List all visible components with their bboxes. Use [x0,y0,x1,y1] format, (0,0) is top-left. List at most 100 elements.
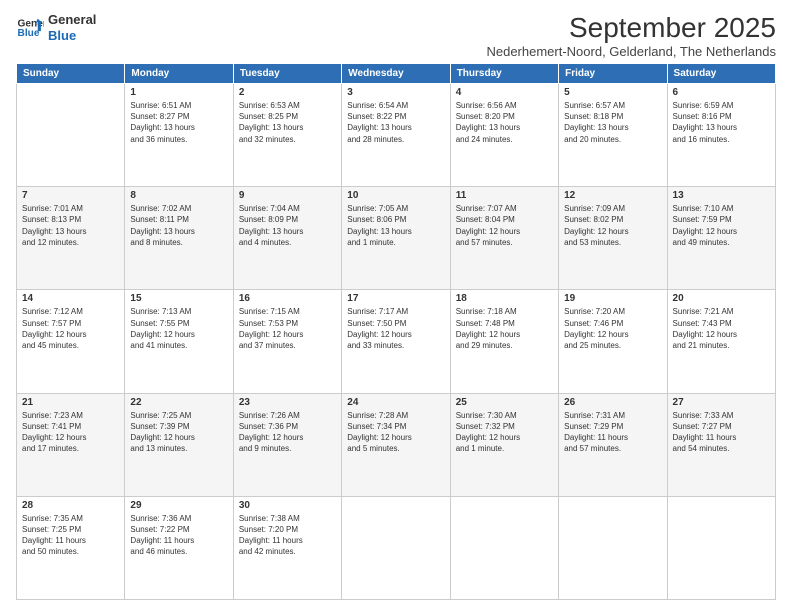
header: General Blue General Blue September 2025… [16,12,776,59]
calendar-cell: 11 Sunrise: 7:07 AM Sunset: 8:04 PM Dayli… [450,187,558,290]
day-info: Sunrise: 7:20 AM Sunset: 7:46 PM Dayligh… [564,306,661,351]
day-number: 24 [347,397,444,408]
weekday-header-tuesday: Tuesday [233,64,341,84]
calendar-cell [667,496,775,599]
day-number: 28 [22,500,119,511]
day-number: 25 [456,397,553,408]
logo: General Blue General Blue [16,12,96,43]
day-number: 7 [22,190,119,201]
logo-icon: General Blue [16,14,44,42]
day-info: Sunrise: 7:26 AM Sunset: 7:36 PM Dayligh… [239,410,336,455]
day-number: 29 [130,500,227,511]
day-number: 14 [22,293,119,304]
calendar-cell: 10Sunrise: 7:05 AM Sunset: 8:06 PM Dayli… [342,187,450,290]
day-number: 18 [456,293,553,304]
weekday-header-sunday: Sunday [17,64,125,84]
calendar-cell: 8Sunrise: 7:02 AM Sunset: 8:11 PM Daylig… [125,187,233,290]
day-number: 26 [564,397,661,408]
calendar-cell: 27 Sunrise: 7:33 AM Sunset: 7:27 PM Dayli… [667,393,775,496]
calendar-cell: 26 Sunrise: 7:31 AM Sunset: 7:29 PM Dayli… [559,393,667,496]
day-number: 11 [456,190,553,201]
day-number: 20 [673,293,770,304]
weekday-header-row: SundayMondayTuesdayWednesdayThursdayFrid… [17,64,776,84]
day-info: Sunrise: 6:53 AM Sunset: 8:25 PM Dayligh… [239,100,336,145]
calendar-cell: 21Sunrise: 7:23 AM Sunset: 7:41 PM Dayli… [17,393,125,496]
day-number: 10 [347,190,444,201]
calendar-cell: 22Sunrise: 7:25 AM Sunset: 7:39 PM Dayli… [125,393,233,496]
calendar-week-5: 28 Sunrise: 7:35 AM Sunset: 7:25 PM Dayli… [17,496,776,599]
day-info: Sunrise: 6:54 AM Sunset: 8:22 PM Dayligh… [347,100,444,145]
calendar-cell: 29 Sunrise: 7:36 AM Sunset: 7:22 PM Dayli… [125,496,233,599]
day-info: Sunrise: 7:25 AM Sunset: 7:39 PM Dayligh… [130,410,227,455]
day-number: 1 [130,87,227,98]
weekday-header-thursday: Thursday [450,64,558,84]
day-info: Sunrise: 6:57 AM Sunset: 8:18 PM Dayligh… [564,100,661,145]
day-info: Sunrise: 7:01 AM Sunset: 8:13 PM Dayligh… [22,203,119,248]
day-info: Sunrise: 7:07 AM Sunset: 8:04 PM Dayligh… [456,203,553,248]
day-info: Sunrise: 7:18 AM Sunset: 7:48 PM Dayligh… [456,306,553,351]
day-number: 19 [564,293,661,304]
logo-text: General Blue [48,12,96,43]
day-info: Sunrise: 6:59 AM Sunset: 8:16 PM Dayligh… [673,100,770,145]
day-info: Sunrise: 7:10 AM Sunset: 7:59 PM Dayligh… [673,203,770,248]
calendar-cell: 25Sunrise: 7:30 AM Sunset: 7:32 PM Dayli… [450,393,558,496]
calendar-cell: 1 Sunrise: 6:51 AM Sunset: 8:27 PM Daylig… [125,84,233,187]
day-number: 17 [347,293,444,304]
calendar-cell [17,84,125,187]
calendar-week-2: 7 Sunrise: 7:01 AM Sunset: 8:13 PM Daylig… [17,187,776,290]
day-info: Sunrise: 6:51 AM Sunset: 8:27 PM Dayligh… [130,100,227,145]
day-number: 9 [239,190,336,201]
calendar-cell: 30 Sunrise: 7:38 AM Sunset: 7:20 PM Dayli… [233,496,341,599]
day-info: Sunrise: 7:17 AM Sunset: 7:50 PM Dayligh… [347,306,444,351]
calendar-week-4: 21Sunrise: 7:23 AM Sunset: 7:41 PM Dayli… [17,393,776,496]
day-number: 4 [456,87,553,98]
calendar-cell: 4 Sunrise: 6:56 AM Sunset: 8:20 PM Daylig… [450,84,558,187]
calendar-cell: 13 Sunrise: 7:10 AM Sunset: 7:59 PM Dayli… [667,187,775,290]
day-number: 13 [673,190,770,201]
day-info: Sunrise: 7:36 AM Sunset: 7:22 PM Dayligh… [130,513,227,558]
calendar-cell: 18 Sunrise: 7:18 AM Sunset: 7:48 PM Dayli… [450,290,558,393]
subtitle: Nederhemert-Noord, Gelderland, The Nethe… [486,44,776,59]
weekday-header-wednesday: Wednesday [342,64,450,84]
page: General Blue General Blue September 2025… [0,0,792,612]
day-info: Sunrise: 7:12 AM Sunset: 7:57 PM Dayligh… [22,306,119,351]
day-info: Sunrise: 7:33 AM Sunset: 7:27 PM Dayligh… [673,410,770,455]
calendar-week-3: 14 Sunrise: 7:12 AM Sunset: 7:57 PM Dayli… [17,290,776,393]
calendar-cell: 6 Sunrise: 6:59 AM Sunset: 8:16 PM Daylig… [667,84,775,187]
day-number: 27 [673,397,770,408]
day-number: 2 [239,87,336,98]
day-info: Sunrise: 6:56 AM Sunset: 8:20 PM Dayligh… [456,100,553,145]
day-info: Sunrise: 7:38 AM Sunset: 7:20 PM Dayligh… [239,513,336,558]
calendar-cell: 24 Sunrise: 7:28 AM Sunset: 7:34 PM Dayli… [342,393,450,496]
weekday-header-friday: Friday [559,64,667,84]
day-number: 5 [564,87,661,98]
day-info: Sunrise: 7:09 AM Sunset: 8:02 PM Dayligh… [564,203,661,248]
day-number: 3 [347,87,444,98]
calendar-cell: 12Sunrise: 7:09 AM Sunset: 8:02 PM Dayli… [559,187,667,290]
calendar-cell [559,496,667,599]
calendar-cell: 15Sunrise: 7:13 AM Sunset: 7:55 PM Dayli… [125,290,233,393]
day-number: 21 [22,397,119,408]
day-info: Sunrise: 7:21 AM Sunset: 7:43 PM Dayligh… [673,306,770,351]
calendar-week-1: 1 Sunrise: 6:51 AM Sunset: 8:27 PM Daylig… [17,84,776,187]
calendar-cell: 2 Sunrise: 6:53 AM Sunset: 8:25 PM Daylig… [233,84,341,187]
day-info: Sunrise: 7:15 AM Sunset: 7:53 PM Dayligh… [239,306,336,351]
day-number: 16 [239,293,336,304]
day-info: Sunrise: 7:02 AM Sunset: 8:11 PM Dayligh… [130,203,227,248]
calendar-cell [450,496,558,599]
calendar-cell: 9Sunrise: 7:04 AM Sunset: 8:09 PM Daylig… [233,187,341,290]
calendar-cell: 20 Sunrise: 7:21 AM Sunset: 7:43 PM Dayli… [667,290,775,393]
day-info: Sunrise: 7:13 AM Sunset: 7:55 PM Dayligh… [130,306,227,351]
calendar-cell: 28 Sunrise: 7:35 AM Sunset: 7:25 PM Dayli… [17,496,125,599]
calendar-cell: 5 Sunrise: 6:57 AM Sunset: 8:18 PM Daylig… [559,84,667,187]
calendar-cell [342,496,450,599]
day-info: Sunrise: 7:35 AM Sunset: 7:25 PM Dayligh… [22,513,119,558]
weekday-header-saturday: Saturday [667,64,775,84]
day-number: 30 [239,500,336,511]
day-number: 6 [673,87,770,98]
day-info: Sunrise: 7:28 AM Sunset: 7:34 PM Dayligh… [347,410,444,455]
day-info: Sunrise: 7:31 AM Sunset: 7:29 PM Dayligh… [564,410,661,455]
calendar-cell: 14 Sunrise: 7:12 AM Sunset: 7:57 PM Dayli… [17,290,125,393]
calendar-cell: 19 Sunrise: 7:20 AM Sunset: 7:46 PM Dayli… [559,290,667,393]
calendar-cell: 17 Sunrise: 7:17 AM Sunset: 7:50 PM Dayli… [342,290,450,393]
